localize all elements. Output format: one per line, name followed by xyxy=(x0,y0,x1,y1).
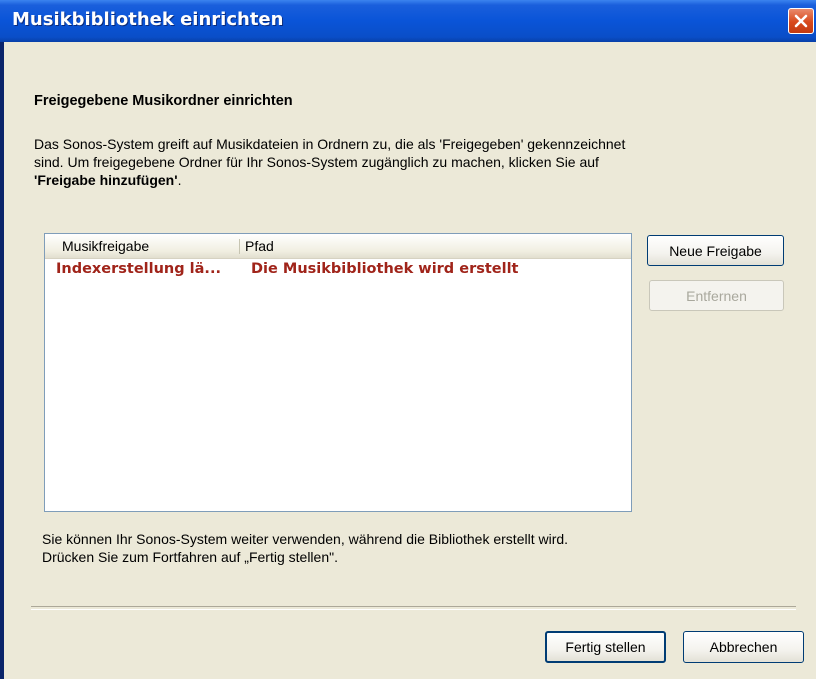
info-line-2: Drücken Sie zum Fortfahren auf „Fertig s… xyxy=(42,549,338,565)
list-item-share: Indexerstellung lä... xyxy=(56,261,221,277)
music-share-list[interactable]: Musikfreigabe Pfad Indexerstellung lä...… xyxy=(44,233,632,512)
close-icon xyxy=(794,14,808,28)
list-item[interactable]: Indexerstellung lä... Die Musikbibliothe… xyxy=(45,260,631,280)
description-line-1: Das Sonos-System greift auf Musikdateien… xyxy=(34,136,626,152)
column-separator[interactable] xyxy=(239,239,240,254)
list-item-path: Die Musikbibliothek wird erstellt xyxy=(251,261,519,277)
add-share-hint: 'Freigabe hinzufügen' xyxy=(34,172,178,188)
section-heading: Freigegebene Musikordner einrichten xyxy=(34,93,293,109)
window-title: Musikbibliothek einrichten xyxy=(12,9,284,30)
description-line-2: sind. Um freigegebene Ordner für Ihr Son… xyxy=(34,154,599,170)
column-header-path[interactable]: Pfad xyxy=(245,238,274,254)
close-button[interactable] xyxy=(788,8,814,34)
new-share-button[interactable]: Neue Freigabe xyxy=(647,235,784,266)
dialog-body: Freigegebene Musikordner einrichten Das … xyxy=(4,42,816,679)
finish-button[interactable]: Fertig stellen xyxy=(545,631,666,663)
cancel-button[interactable]: Abbrechen xyxy=(683,631,804,663)
column-header-share[interactable]: Musikfreigabe xyxy=(62,238,149,254)
title-bar[interactable]: Musikbibliothek einrichten xyxy=(0,0,816,42)
info-text: Sie können Ihr Sonos-System weiter verwe… xyxy=(42,530,802,566)
description-line-3: 'Freigabe hinzufügen'. xyxy=(34,171,794,189)
remove-button[interactable]: Entfernen xyxy=(649,280,784,311)
description-text: Das Sonos-System greift auf Musikdateien… xyxy=(34,135,794,189)
footer-divider xyxy=(31,606,796,610)
list-header: Musikfreigabe Pfad xyxy=(45,234,631,259)
description-end: . xyxy=(177,172,182,188)
info-line-1: Sie können Ihr Sonos-System weiter verwe… xyxy=(42,531,569,547)
dialog-window: Musikbibliothek einrichten Freigegebene … xyxy=(0,0,816,679)
